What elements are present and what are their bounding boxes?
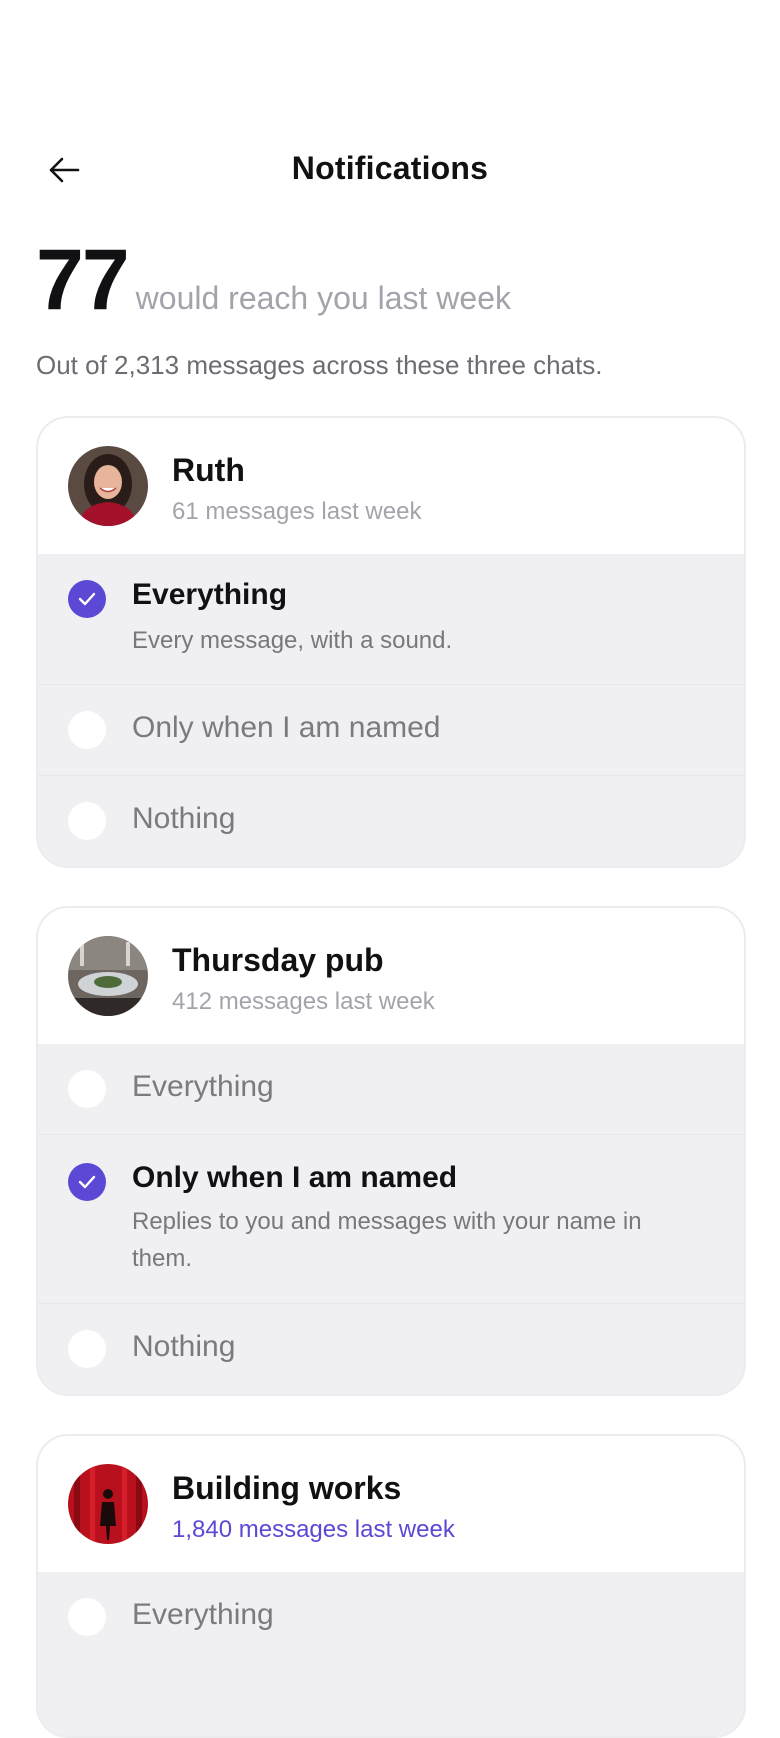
- radio-unchecked[interactable]: [68, 1330, 106, 1368]
- check-icon: [78, 1175, 96, 1189]
- check-icon: [78, 592, 96, 606]
- chat-message-count: 1,840 messages last week: [172, 1516, 455, 1543]
- summary-subtext: Out of 2,313 messages across these three…: [36, 350, 603, 380]
- notifications-screen: Notifications 77 would reach you last we…: [0, 0, 780, 1738]
- reach-text: would reach you last week: [135, 280, 511, 316]
- chat-message-count: 412 messages last week: [172, 988, 435, 1015]
- reach-count: 77: [36, 232, 130, 328]
- option-only-when-named[interactable]: Only when I am named Replies to you and …: [38, 1134, 744, 1303]
- option-only-when-named[interactable]: Only when I am named: [38, 684, 744, 775]
- avatar: [68, 446, 148, 526]
- option-label: Only when I am named: [132, 1161, 458, 1194]
- chat-card-building-works: Building works 1,840 messages last week …: [36, 1434, 746, 1738]
- radio-unchecked[interactable]: [68, 711, 106, 749]
- radio-checked[interactable]: [68, 1163, 106, 1201]
- avatar: [68, 936, 148, 1016]
- option-nothing[interactable]: Nothing: [38, 1303, 744, 1394]
- option-label: Only when I am named: [132, 711, 441, 744]
- option-label: Nothing: [132, 1330, 236, 1363]
- option-everything[interactable]: Everything: [38, 1044, 744, 1134]
- option-everything[interactable]: Everything Every message, with a sound.: [38, 554, 744, 684]
- avatar: [68, 1464, 148, 1544]
- option-nothing[interactable]: Nothing: [38, 775, 744, 866]
- chat-message-count: 61 messages last week: [172, 498, 422, 525]
- option-label: Nothing: [132, 802, 236, 835]
- option-label: Everything: [132, 1070, 274, 1103]
- radio-unchecked[interactable]: [68, 1598, 106, 1636]
- summary-line: 77 would reach you last week: [36, 236, 746, 324]
- option-label: Everything: [132, 1598, 274, 1631]
- chat-name: Ruth: [172, 452, 245, 488]
- chat-card-thursday-pub: Thursday pub 412 messages last week Ever…: [36, 906, 746, 1396]
- option-everything[interactable]: Everything: [38, 1572, 744, 1662]
- chat-card-ruth: Ruth 61 messages last week Everything Ev…: [36, 416, 746, 868]
- summary: 77 would reach you last week Out of 2,31…: [36, 236, 746, 381]
- radio-checked[interactable]: [68, 580, 106, 618]
- notification-options: Everything Only when I am named Replies …: [38, 1044, 744, 1394]
- chat-name: Thursday pub: [172, 942, 384, 978]
- notification-options: Everything: [38, 1572, 744, 1662]
- option-label: Everything: [132, 578, 288, 611]
- option-description: Every message, with a sound.: [132, 627, 453, 654]
- header: Notifications: [0, 140, 780, 200]
- chat-header: Ruth 61 messages last week: [38, 418, 744, 554]
- option-description: Replies to you and messages with your na…: [132, 1208, 642, 1272]
- page-title: Notifications: [291, 150, 489, 186]
- radio-unchecked[interactable]: [68, 1070, 106, 1108]
- chat-header: Thursday pub 412 messages last week: [38, 908, 744, 1044]
- chat-name: Building works: [172, 1470, 402, 1506]
- chat-header: Building works 1,840 messages last week: [38, 1436, 744, 1572]
- radio-unchecked[interactable]: [68, 802, 106, 840]
- notification-options: Everything Every message, with a sound. …: [38, 554, 744, 866]
